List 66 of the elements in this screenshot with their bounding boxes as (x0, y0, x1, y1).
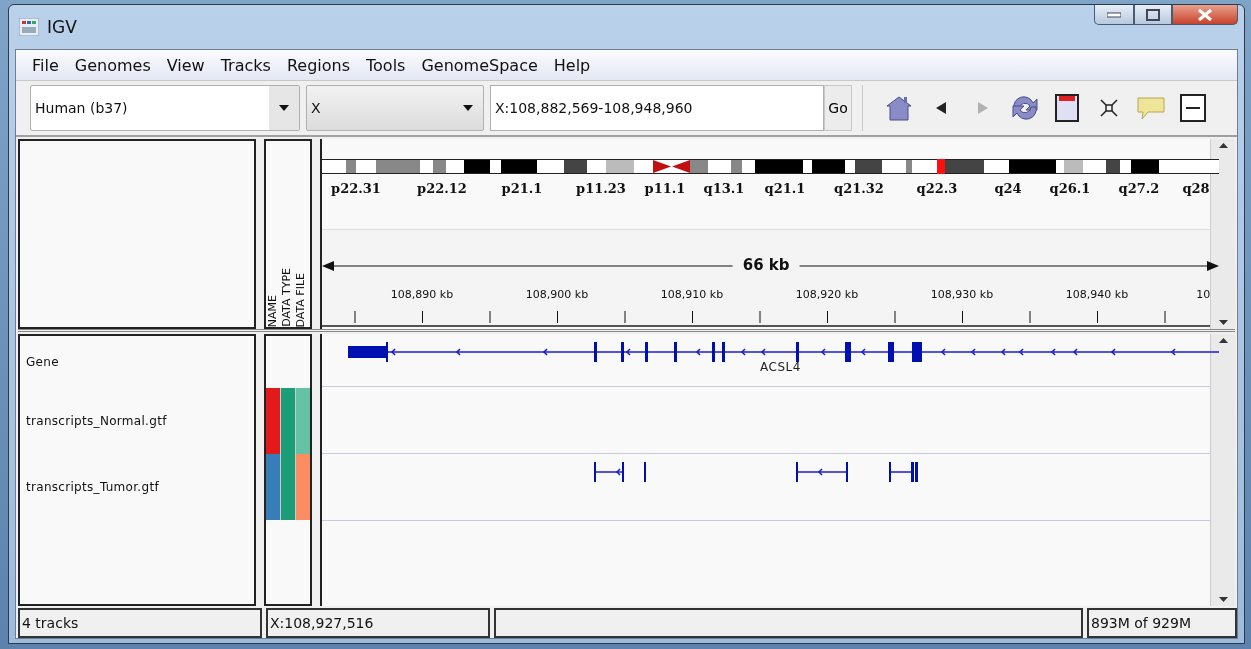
minimize-icon (1107, 11, 1121, 18)
band-label: q21.32 (834, 181, 884, 196)
forward-arrow-icon (976, 101, 990, 115)
scrollbar[interactable] (1210, 139, 1235, 329)
menu-item[interactable]: Genomes (66, 55, 159, 75)
band-label: q26.1 (1049, 181, 1091, 196)
fit-arrows-icon (1099, 98, 1119, 118)
band-label: q28 (1182, 181, 1210, 196)
menu-item[interactable]: File (24, 55, 67, 75)
speech-bubble-icon (1136, 95, 1166, 121)
menu-item[interactable]: Tools (358, 55, 414, 75)
tick-label: 108,940 kb (1065, 288, 1129, 301)
tick-label: 10 (1196, 288, 1211, 301)
home-icon (884, 94, 914, 122)
minimize-button[interactable] (1094, 5, 1134, 25)
tick-label: 108,910 kb (660, 288, 724, 301)
band-label: p21.1 (501, 181, 543, 196)
attribute-header: DATA FILE (294, 272, 308, 327)
status-memory: 893M of 929M (1087, 608, 1237, 638)
tick-label: 108,930 kb (930, 288, 994, 301)
gene-label: ACSL4 (760, 360, 801, 374)
status-tracks: 4 tracks (18, 608, 262, 638)
genome-dropdown[interactable]: Human (b37) (30, 85, 300, 131)
scrollbar[interactable] (1210, 334, 1235, 606)
track-name[interactable]: transcripts_Normal.gtf (20, 388, 254, 454)
band-label: q21.1 (764, 181, 806, 196)
menu-item[interactable]: Help (545, 55, 599, 75)
maximize-button[interactable] (1134, 5, 1172, 25)
close-icon (1197, 7, 1213, 22)
tick-label: 108,890 kb (390, 288, 454, 301)
tick-label: 108,900 kb (525, 288, 589, 301)
back-arrow-icon (934, 101, 948, 115)
band-label: p22.31 (331, 181, 381, 196)
attribute-header: DATA TYPE (280, 268, 294, 327)
app-icon (19, 18, 39, 36)
band-label: p22.12 (417, 181, 467, 196)
locus-field[interactable]: X:108,882,569-108,948,960 (490, 85, 824, 131)
chromosome-dropdown[interactable]: X (306, 85, 484, 131)
menu-item[interactable]: GenomeSpace (413, 55, 546, 75)
scroll-up-icon (1218, 143, 1228, 148)
menu-item[interactable]: Regions (278, 55, 358, 75)
track-name[interactable]: transcripts_Tumor.gtf (20, 454, 254, 520)
band-label: q22.3 (916, 181, 958, 196)
menu-item[interactable]: View (158, 55, 213, 75)
refresh-icon (1009, 93, 1041, 123)
track-name[interactable]: Gene (20, 336, 254, 388)
scroll-up-icon (1218, 338, 1228, 343)
window-title: IGV (47, 17, 77, 37)
go-button[interactable]: Go (824, 85, 852, 131)
close-button[interactable] (1172, 5, 1238, 25)
tick-label: 108,920 kb (795, 288, 859, 301)
zoom-out-icon (1180, 94, 1206, 122)
caret-icon (463, 105, 473, 111)
maximize-icon (1146, 8, 1160, 21)
caret-icon (279, 105, 289, 111)
band-label: q24 (994, 181, 1022, 196)
menu-item[interactable]: Tracks (212, 55, 279, 75)
attribute-header: NAME (266, 294, 280, 327)
band-label: p11.23 (576, 181, 626, 196)
scroll-down-icon (1218, 320, 1228, 325)
scroll-down-icon (1218, 597, 1228, 602)
band-label: q27.2 (1118, 181, 1160, 196)
status-position: X:108,927,516 (266, 608, 490, 638)
region-icon (1055, 94, 1079, 122)
band-label: q13.1 (703, 181, 745, 196)
band-label: p11.1 (644, 181, 686, 196)
